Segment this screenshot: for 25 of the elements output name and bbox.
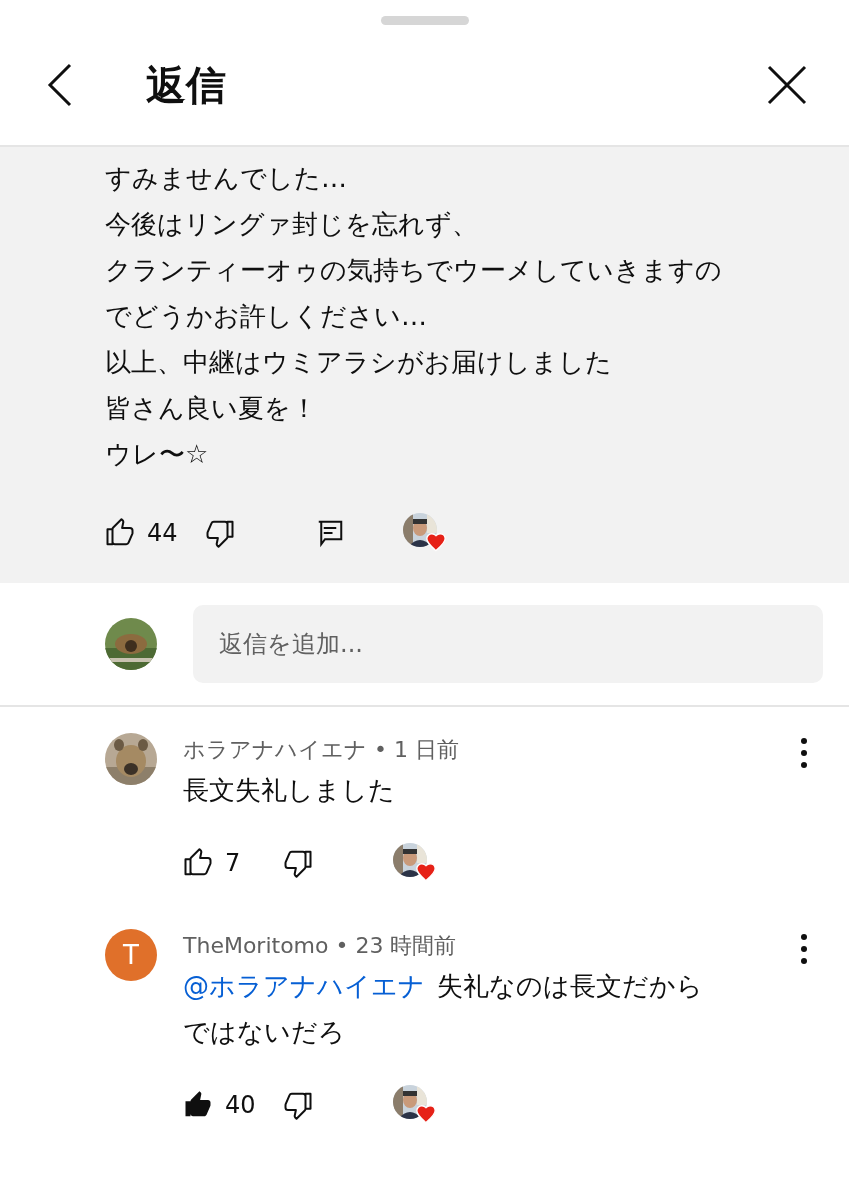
dislike-icon[interactable] [283, 1090, 313, 1120]
close-icon[interactable] [765, 63, 809, 107]
comment-meta: ホラアナハイエナ • 1 日前 [183, 736, 460, 764]
dislike-icon[interactable] [283, 848, 313, 878]
reply-text: 長文失礼しました [183, 774, 396, 807]
mention-link[interactable]: @ホラアナハイエナ [183, 971, 425, 1001]
comment-text: すみませんでした… [105, 162, 348, 195]
reply-text: @ホラアナハイエナ 失礼なのは長文だからではないだろ [183, 970, 704, 1049]
reply-input-field[interactable]: 返信を追加... [193, 605, 823, 683]
drag-handle[interactable] [380, 16, 469, 25]
comment-meta: TheMoritomo • 23 時間前 [183, 932, 458, 960]
like-count: 7 [225, 849, 241, 877]
dislike-icon[interactable] [205, 518, 235, 548]
comment-text: 皆さん良い夏を！ [105, 392, 318, 425]
like-count: 40 [225, 1091, 256, 1119]
header-title: 返信 [146, 60, 227, 110]
avatar-letter[interactable]: T [105, 929, 157, 981]
like-icon[interactable] [183, 848, 213, 878]
like-icon[interactable] [105, 518, 135, 548]
comment-text: 以上、中継はウミアラシがお届けしました [105, 346, 613, 379]
comment-text: 今後はリングァ封じを忘れず、 [105, 208, 479, 241]
like-count: 44 [147, 519, 178, 547]
comment-text: クランティーオゥの気持ちでウーメしていきますの [105, 254, 723, 287]
comment-text: でどうかお許しください… [105, 300, 428, 333]
comment-text: ウレ〜☆ [105, 438, 210, 471]
